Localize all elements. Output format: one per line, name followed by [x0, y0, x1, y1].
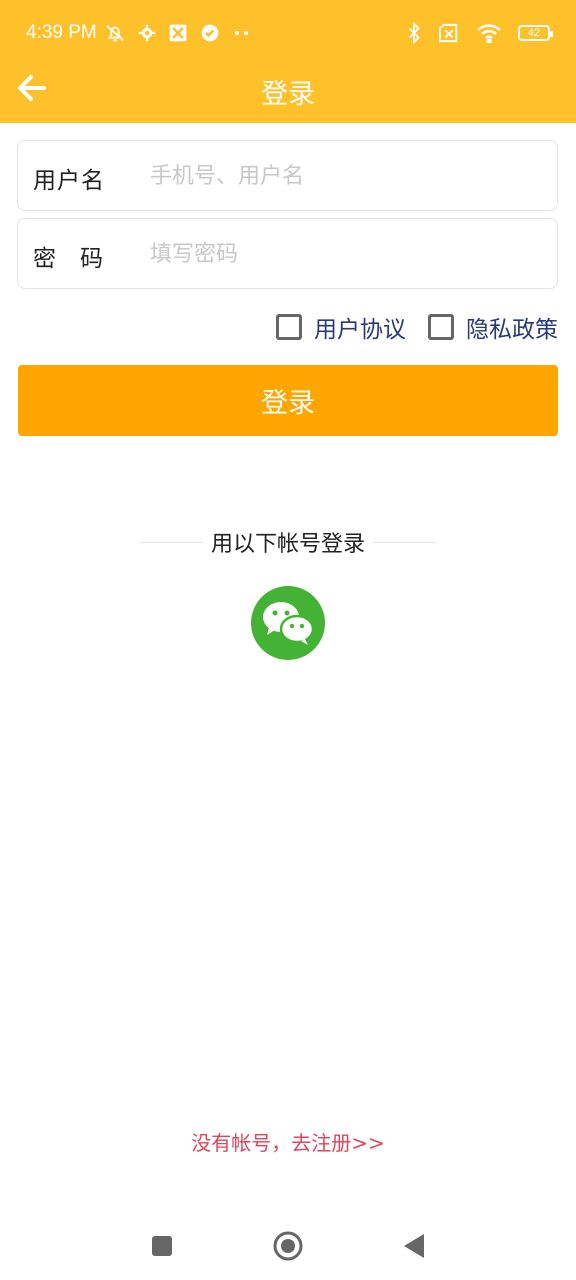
home-button[interactable] [268, 1226, 308, 1266]
bell-muted-icon [104, 22, 126, 44]
app-icon [168, 23, 188, 43]
register-link[interactable]: 没有帐号，去注册>> [0, 1127, 576, 1156]
user-agreement-option[interactable]: 用户协议 [276, 310, 406, 344]
status-time: 4:39 PM [26, 22, 97, 43]
username-label: 用户名 [33, 168, 105, 194]
username-input[interactable] [150, 153, 540, 199]
agreement-row: 用户协议 隐私政策 [276, 310, 558, 344]
check-circle-icon [200, 23, 220, 43]
sim-x-icon [438, 23, 460, 43]
password-label: 密码 [33, 246, 127, 272]
battery-icon: 42 [518, 25, 553, 41]
status-icons-left [104, 22, 252, 44]
header: 4:39 PM 42 登录 [0, 0, 576, 123]
square-icon [152, 1236, 172, 1256]
social-login-label: 用以下帐号登录 [211, 532, 366, 557]
password-field: 密码 [17, 218, 558, 289]
more-dots-icon [232, 28, 252, 38]
page-title: 登录 [261, 79, 315, 110]
system-nav-bar [0, 1210, 576, 1280]
triangle-back-icon [404, 1234, 424, 1258]
gear-icon [138, 24, 156, 42]
wifi-icon [476, 23, 502, 43]
privacy-policy-checkbox[interactable] [428, 314, 454, 340]
wechat-login-button[interactable] [251, 586, 325, 660]
username-field: 用户名 [17, 140, 558, 211]
app-bar: 登录 [0, 60, 576, 118]
login-button[interactable]: 登录 [18, 365, 558, 436]
user-agreement-link[interactable]: 用户协议 [314, 310, 406, 344]
privacy-policy-option[interactable]: 隐私政策 [428, 310, 558, 344]
status-icons-right: 42 [406, 22, 553, 44]
social-login-divider: 用以下帐号登录 [140, 525, 437, 559]
privacy-policy-link[interactable]: 隐私政策 [466, 310, 558, 344]
back-nav-button[interactable] [394, 1226, 434, 1266]
divider-line-left [140, 541, 203, 543]
password-input[interactable] [150, 231, 540, 277]
bluetooth-icon [406, 22, 422, 44]
circle-home-icon [273, 1231, 303, 1261]
recent-apps-button[interactable] [142, 1226, 182, 1266]
divider-line-right [373, 541, 437, 543]
user-agreement-checkbox[interactable] [276, 314, 302, 340]
wechat-icon [263, 602, 315, 645]
